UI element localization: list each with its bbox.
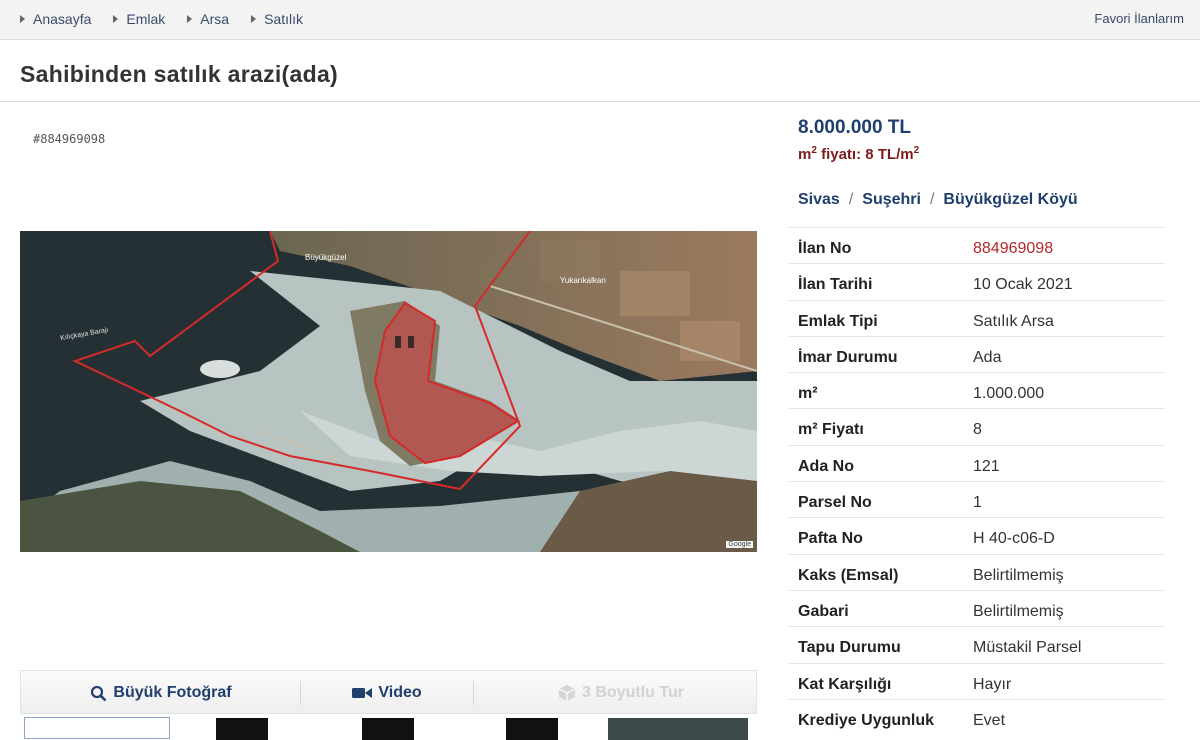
- detail-row-tapu-durumu: Tapu Durumu Müstakil Parsel: [788, 626, 1165, 662]
- map-image: [20, 231, 757, 552]
- detail-label: Emlak Tipi: [798, 312, 878, 330]
- detail-value: Evet: [973, 711, 1006, 729]
- detail-row-m2: m² 1.000.000: [788, 372, 1165, 408]
- tab-label: Büyük Fotoğraf: [113, 684, 232, 701]
- breadcrumb-label: Satılık: [264, 11, 303, 27]
- breadcrumb-label: Emlak: [126, 11, 166, 27]
- listing-price: 8.000.000 TL: [798, 117, 912, 138]
- detail-row-ada-no: Ada No 121: [788, 444, 1165, 481]
- detail-value: Belirtilmemiş: [973, 602, 1064, 620]
- thumbnail-strip: [20, 714, 757, 740]
- detail-value: H 40-c06-D: [973, 530, 1055, 548]
- map-attribution: Google: [726, 541, 753, 548]
- detail-row-ilan-tarihi: İlan Tarihi 10 Ocak 2021: [788, 263, 1165, 299]
- parcel-satellite-map[interactable]: Büyükgüzel Yukarıkalkan Kılıçkaya Barajı…: [20, 231, 757, 552]
- detail-row-imar-durumu: İmar Durumu Ada: [788, 335, 1165, 372]
- detail-row-emlak-tipi: Emlak Tipi Satılık Arsa: [788, 299, 1165, 336]
- large-photo-tab[interactable]: Büyük Fotoğraf: [21, 671, 301, 715]
- location-neighborhood[interactable]: Büyükgüzel Köyü: [943, 191, 1077, 209]
- detail-label: Parsel No: [798, 494, 872, 512]
- detail-value: Belirtilmemiş: [973, 566, 1064, 584]
- detail-label: Gabari: [798, 602, 849, 620]
- thumbnail[interactable]: [216, 718, 268, 740]
- detail-label: Pafta No: [798, 530, 863, 548]
- favorite-listings-link[interactable]: Favori İlanlarım: [1094, 11, 1184, 26]
- detail-value: Müstakil Parsel: [973, 639, 1082, 657]
- breadcrumb-item-anasayfa[interactable]: Anasayfa: [20, 11, 91, 27]
- detail-value: 121: [973, 457, 1000, 475]
- detail-label: m² Fiyatı: [798, 421, 864, 439]
- divider: [0, 101, 1200, 102]
- location-breadcrumb: Sivas / Suşehri / Büyükgüzel Köyü: [798, 191, 1078, 209]
- video-tab[interactable]: Video: [301, 671, 473, 715]
- price-per-m2: m2 fiyatı: 8 TL/m2: [798, 145, 920, 163]
- cube-icon: [558, 684, 576, 702]
- thumbnail[interactable]: [608, 718, 748, 740]
- detail-row-gabari: Gabari Belirtilmemiş: [788, 589, 1165, 626]
- detail-row-kaks: Kaks (Emsal) Belirtilmemiş: [788, 553, 1165, 590]
- thumbnail[interactable]: [24, 717, 170, 739]
- thumbnail[interactable]: [506, 718, 558, 740]
- detail-row-m2-fiyati: m² Fiyatı 8: [788, 408, 1165, 444]
- location-district[interactable]: Suşehri: [862, 191, 921, 209]
- thumbnail[interactable]: [362, 718, 414, 740]
- video-camera-icon: [352, 686, 373, 700]
- media-tabs: Büyük Fotoğraf Video 3 Boyutlu Tur: [20, 670, 757, 714]
- detail-row-pafta-no: Pafta No H 40-c06-D: [788, 517, 1165, 553]
- listing-code: #884969098: [33, 132, 106, 146]
- detail-row-parsel-no: Parsel No 1: [788, 481, 1165, 517]
- breadcrumb-label: Anasayfa: [33, 11, 92, 27]
- detail-value: Satılık Arsa: [973, 312, 1054, 330]
- detail-row-krediye-uygunluk: Krediye Uygunluk Evet: [788, 698, 1165, 735]
- location-city[interactable]: Sivas: [798, 191, 840, 209]
- tab-label: 3 Boyutlu Tur: [582, 684, 684, 701]
- detail-label: Tapu Durumu: [798, 639, 901, 657]
- breadcrumb-item-satilik[interactable]: Satılık: [251, 11, 303, 27]
- detail-label: İlan No: [798, 240, 852, 257]
- breadcrumb-label: Arsa: [200, 11, 230, 27]
- detail-value: 884969098: [973, 240, 1054, 257]
- listing-details: İlan No 884969098 İlan Tarihi 10 Ocak 20…: [788, 227, 1165, 735]
- detail-value: 10 Ocak 2021: [973, 276, 1073, 294]
- map-label-buyukguzel: Büyükgüzel: [305, 253, 347, 262]
- page-title: Sahibinden satılık arazi(ada): [20, 61, 339, 87]
- detail-value: 8: [973, 421, 982, 439]
- divider: [473, 681, 474, 705]
- detail-label: Krediye Uygunluk: [798, 711, 935, 729]
- map-label-yukarikalkan: Yukarıkalkan: [560, 276, 606, 285]
- 3d-tour-tab: 3 Boyutlu Tur: [526, 671, 716, 715]
- breadcrumb-item-emlak[interactable]: Emlak: [113, 11, 165, 27]
- tab-label: Video: [378, 684, 422, 701]
- detail-value: 1.000.000: [973, 385, 1045, 403]
- detail-row-ilan-no: İlan No 884969098: [788, 227, 1165, 263]
- detail-label: Ada No: [798, 457, 854, 475]
- triangle-right-icon: [187, 15, 193, 23]
- detail-row-kat-karsiligi: Kat Karşılığı Hayır: [788, 662, 1165, 699]
- breadcrumb-bar: Anasayfa Emlak Arsa Satılık Favori İlanl…: [0, 0, 1200, 40]
- detail-label: İlan Tarihi: [798, 276, 873, 294]
- triangle-right-icon: [20, 15, 25, 23]
- detail-label: Kat Karşılığı: [798, 675, 892, 693]
- detail-label: Kaks (Emsal): [798, 566, 899, 584]
- detail-value: Ada: [973, 348, 1002, 366]
- detail-value: 1: [973, 494, 982, 512]
- detail-label: İmar Durumu: [798, 348, 898, 366]
- detail-value: Hayır: [973, 675, 1012, 693]
- breadcrumb-item-arsa[interactable]: Arsa: [187, 11, 229, 27]
- detail-label: m²: [798, 385, 818, 403]
- triangle-right-icon: [251, 15, 257, 23]
- triangle-right-icon: [113, 15, 119, 23]
- magnifier-icon: [90, 685, 107, 702]
- breadcrumb: Anasayfa Emlak Arsa Satılık: [20, 11, 325, 27]
